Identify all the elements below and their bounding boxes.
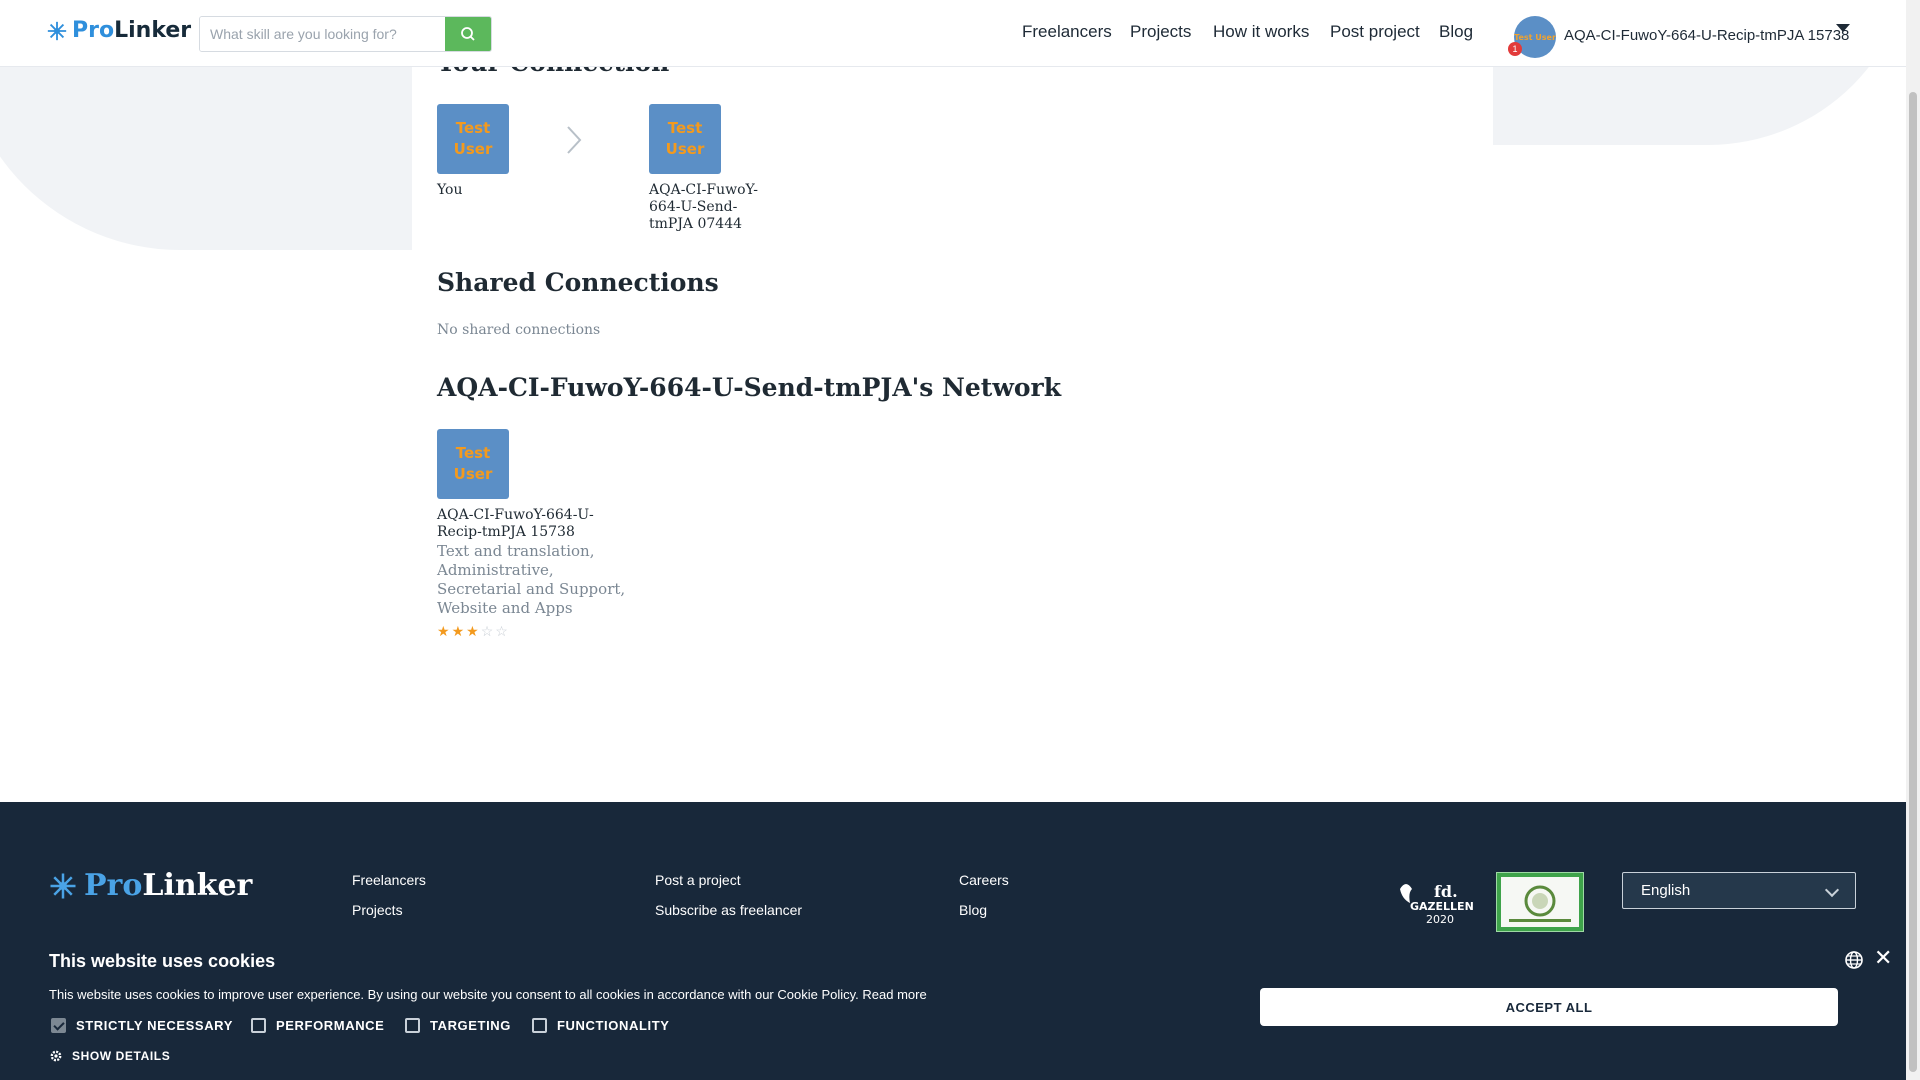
cookie-title: This website uses cookies <box>49 951 276 971</box>
performance-label: PERFORMANCE <box>276 1018 385 1033</box>
chevron-down-icon <box>1824 882 1840 898</box>
star-filled-icon: ★ <box>437 624 450 640</box>
gazellen-award-image: fd. GAZELLEN 2020 <box>1400 882 1474 926</box>
footer-link-subscribe[interactable]: Subscribe as freelancer <box>655 902 802 918</box>
language-select[interactable]: English <box>1622 872 1856 909</box>
strictly-necessary-label: STRICTLY NECESSARY <box>76 1018 233 1033</box>
footer-logo-pro: Pro <box>84 868 143 903</box>
footer-link-projects[interactable]: Projects <box>352 902 403 918</box>
search-bar <box>199 16 492 52</box>
site-header: ProLinker Freelancers Projects How it wo… <box>0 0 1906 67</box>
shared-connections-title: Shared Connections <box>437 268 719 297</box>
show-details-label: SHOW DETAILS <box>72 1049 171 1063</box>
star-empty-icon: ☆ <box>495 624 508 640</box>
cookie-option-strictly-necessary[interactable]: STRICTLY NECESSARY <box>51 1018 233 1033</box>
search-icon <box>461 27 475 41</box>
freelancer-award-badge <box>1496 872 1584 932</box>
network-member-avatar[interactable]: Test User <box>437 429 509 499</box>
connection-name-link[interactable]: AQA-CI-FuwoY-664-U-Send-tmPJA 07444 <box>649 182 769 233</box>
rating-stars: ★ ★ ★ ☆ ☆ <box>437 624 508 640</box>
cookie-description: This website uses cookies to improve use… <box>49 987 859 1002</box>
svg-text:2020: 2020 <box>1426 913 1454 926</box>
header-logo[interactable]: Pro Linker <box>46 18 191 43</box>
star-empty-icon: ☆ <box>480 624 494 640</box>
cookie-option-targeting[interactable]: TARGETING <box>405 1018 511 1033</box>
prolinker-logo-icon <box>47 21 67 40</box>
page: ProLinker Freelancers Projects How it wo… <box>0 0 1906 1080</box>
you-avatar-tile: Test User <box>437 104 509 174</box>
footer-logo[interactable]: Pro Linker <box>48 868 252 903</box>
shared-connections-empty: No shared connections <box>437 322 601 338</box>
award-badge-image <box>1501 877 1579 927</box>
functionality-label: FUNCTIONALITY <box>557 1018 670 1033</box>
fd-gazellen-award-logo: fd. GAZELLEN 2020 <box>1396 877 1476 929</box>
connection-avatar-tile[interactable]: Test User <box>649 104 721 174</box>
cookie-show-details[interactable]: SHOW DETAILS <box>49 1049 170 1063</box>
notification-badge[interactable]: 1 <box>1508 42 1522 56</box>
performance-checkbox[interactable] <box>251 1018 266 1033</box>
cookie-read-more-link[interactable]: Read more <box>862 987 926 1002</box>
footer-link-blog[interactable]: Blog <box>959 902 987 918</box>
network-member-skills: Text and translation, Administrative, Se… <box>437 542 626 617</box>
svg-text:fd.: fd. <box>1434 882 1458 901</box>
accept-all-button[interactable]: ACCEPT ALL <box>1260 988 1838 1026</box>
chevron-right-icon <box>567 126 582 154</box>
strictly-necessary-checkbox[interactable] <box>51 1018 66 1033</box>
targeting-checkbox[interactable] <box>405 1018 420 1033</box>
search-button[interactable] <box>445 17 491 51</box>
gear-icon <box>50 1050 62 1062</box>
svg-text:GAZELLEN: GAZELLEN <box>1410 900 1474 913</box>
language-value: English <box>1641 882 1691 899</box>
nav-freelancers[interactable]: Freelancers <box>1022 22 1112 42</box>
footer-logo-linker: Linker <box>142 868 253 903</box>
user-menu-name[interactable]: AQA-CI-FuwoY-664-U-Recip-tmPJA 15738 <box>1564 27 1849 44</box>
functionality-checkbox[interactable] <box>532 1018 547 1033</box>
cookie-option-performance[interactable]: PERFORMANCE <box>251 1018 384 1033</box>
caret-down-icon[interactable] <box>1836 24 1850 32</box>
network-title: AQA-CI-FuwoY-664-U-Send-tmPJA's Network <box>437 373 1062 402</box>
logo-pro-text: Pro <box>72 18 115 43</box>
nav-how-it-works[interactable]: How it works <box>1213 22 1309 42</box>
star-filled-icon: ★ <box>466 624 479 640</box>
cookie-text: This website uses cookies to improve use… <box>49 987 927 1002</box>
footer-link-careers[interactable]: Careers <box>959 872 1009 888</box>
cookie-option-functionality[interactable]: FUNCTIONALITY <box>532 1018 670 1033</box>
prolinker-logo-icon <box>50 873 76 898</box>
targeting-label: TARGETING <box>430 1018 511 1033</box>
search-input[interactable] <box>200 17 445 51</box>
footer-link-post-project[interactable]: Post a project <box>655 872 741 888</box>
you-label: You <box>437 182 463 198</box>
logo-linker-text: Linker <box>114 18 192 43</box>
cookie-banner: This website uses cookies This website u… <box>0 938 1906 1080</box>
globe-icon[interactable] <box>1844 950 1864 970</box>
star-filled-icon: ★ <box>451 624 465 640</box>
network-member-name[interactable]: AQA-CI-FuwoY-664-U-Recip-tmPJA 15738 <box>437 507 637 541</box>
nav-projects[interactable]: Projects <box>1130 22 1191 42</box>
scrollbar[interactable] <box>1906 0 1920 1080</box>
user-avatar[interactable]: Test User 1 <box>1508 16 1556 58</box>
footer-link-freelancers[interactable]: Freelancers <box>352 872 426 888</box>
close-icon[interactable]: ✕ <box>1874 947 1892 969</box>
scrollbar-thumb[interactable] <box>1909 92 1917 1072</box>
nav-blog[interactable]: Blog <box>1439 22 1473 42</box>
nav-post-project[interactable]: Post project <box>1330 22 1420 42</box>
